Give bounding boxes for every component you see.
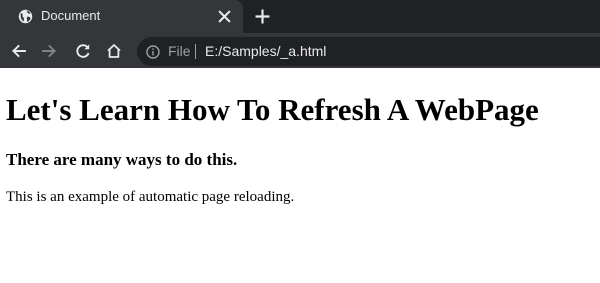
page-paragraph: This is an example of automatic page rel… [6,189,295,205]
address-bar[interactable]: File E:/Samples/_a.html [137,37,600,66]
omnibox-divider [195,44,196,59]
home-icon[interactable] [105,42,123,60]
scheme-label: File [168,43,191,59]
tab-document[interactable]: Document [0,0,243,33]
globe-icon [18,9,33,24]
close-icon[interactable] [218,10,231,23]
tab-title: Document [41,8,101,23]
browser-window: Document File E:/Samples/_a.html Let's L… [0,0,600,283]
page-subheading: There are many ways to do this. [6,150,238,169]
page-viewport: Let's Learn How To Refresh A WebPage The… [0,68,600,283]
arrow-right-icon[interactable] [40,42,58,60]
url-text[interactable]: E:/Samples/_a.html [205,43,326,60]
tab-strip: Document [0,0,600,33]
arrow-left-icon[interactable] [10,42,28,60]
page-heading: Let's Learn How To Refresh A WebPage [6,92,539,127]
plus-icon[interactable] [255,9,270,24]
toolbar: File E:/Samples/_a.html [0,33,600,68]
reload-icon[interactable] [74,42,92,60]
info-icon[interactable] [146,45,160,59]
